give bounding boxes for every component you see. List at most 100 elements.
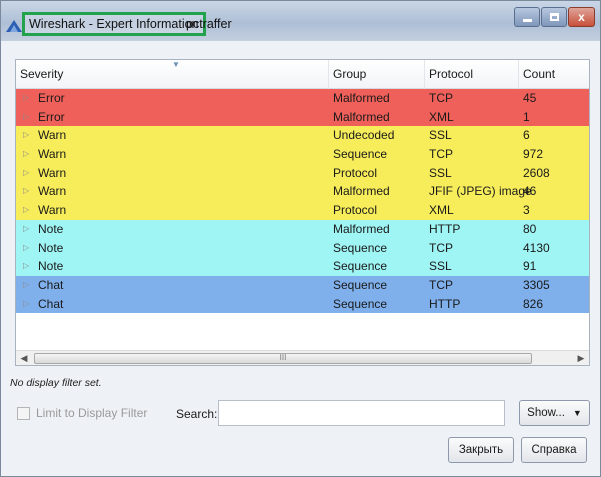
- dropdown-caret-icon: ▼: [572, 408, 582, 418]
- expand-triangle-icon[interactable]: ▷: [23, 89, 29, 108]
- title-bar[interactable]: Wireshark - Expert Information pctraffer…: [1, 1, 600, 41]
- show-button-label: Show...: [527, 407, 565, 419]
- table-row[interactable]: ▷ Warn Protocol XML 3: [16, 201, 589, 220]
- cell-severity: Chat: [38, 277, 64, 292]
- cell-protocol: HTTP: [429, 296, 461, 311]
- scrollbar-thumb[interactable]: III: [34, 353, 532, 364]
- cell-severity: Warn: [38, 147, 67, 162]
- expand-triangle-icon[interactable]: ▷: [23, 257, 29, 276]
- cell-protocol: SSL: [429, 128, 452, 143]
- table-row[interactable]: ▷ Error Malformed TCP 45: [16, 89, 589, 108]
- search-input[interactable]: [218, 400, 505, 426]
- table-row[interactable]: ▷ Error Malformed XML 1: [16, 107, 589, 127]
- close-window-button[interactable]: x: [568, 7, 595, 27]
- cell-count: 6: [523, 128, 530, 143]
- cell-severity: Error: [38, 109, 65, 124]
- search-label: Search:: [176, 407, 218, 421]
- table-row[interactable]: ▷ Note Sequence SSL 91: [16, 257, 589, 276]
- cell-severity: Warn: [38, 165, 67, 180]
- expand-triangle-icon[interactable]: ▷: [23, 145, 29, 164]
- cell-count: 3: [523, 203, 530, 218]
- filter-status-text: No display filter set.: [10, 377, 102, 389]
- limit-to-display-filter[interactable]: Limit to Display Filter: [17, 406, 147, 420]
- cell-count: 826: [523, 296, 544, 311]
- expand-triangle-icon[interactable]: ▷: [23, 295, 29, 314]
- table-row[interactable]: ▷ Warn Sequence TCP 972: [16, 145, 589, 164]
- column-header-protocol[interactable]: Protocol: [425, 60, 519, 89]
- expert-info-table: Severity ▼ Group Protocol Count ▷ Error Ma…: [15, 59, 590, 366]
- cell-severity: Warn: [38, 203, 67, 218]
- cell-severity: Error: [38, 91, 65, 105]
- cell-protocol: TCP: [429, 91, 453, 105]
- table-row[interactable]: ▷ Chat Sequence HTTP 826: [16, 294, 589, 314]
- cell-group: Malformed: [333, 91, 390, 105]
- expert-info-window: Wireshark - Expert Information pctraffer…: [0, 0, 601, 477]
- limit-filter-label: Limit to Display Filter: [36, 406, 148, 420]
- cell-group: Sequence: [333, 259, 388, 274]
- limit-filter-checkbox[interactable]: [17, 406, 30, 420]
- cell-severity: Note: [38, 259, 64, 274]
- minimize-button[interactable]: [514, 7, 540, 27]
- cell-count: 91: [523, 259, 537, 274]
- cell-protocol: TCP: [429, 147, 453, 162]
- help-button-label: Справка: [531, 444, 577, 456]
- expand-triangle-icon[interactable]: ▷: [23, 164, 29, 183]
- close-button[interactable]: Закрыть: [448, 437, 514, 463]
- cell-severity: Note: [38, 221, 64, 236]
- expand-triangle-icon[interactable]: ▷: [23, 126, 29, 145]
- table-row[interactable]: ▷ Note Malformed HTTP 80: [16, 219, 589, 239]
- expand-triangle-icon[interactable]: ▷: [23, 201, 29, 220]
- cell-count: 45: [523, 91, 537, 105]
- cell-count: 2608: [523, 165, 550, 180]
- show-dropdown-button[interactable]: Show... ▼: [519, 400, 590, 426]
- cell-group: Sequence: [333, 240, 388, 255]
- expand-triangle-icon[interactable]: ▷: [23, 220, 29, 239]
- cell-count: 80: [523, 221, 537, 236]
- cell-severity: Warn: [38, 128, 67, 143]
- cell-group: Malformed: [333, 109, 390, 124]
- cell-protocol: SSL: [429, 259, 452, 274]
- sort-indicator-icon: ▼: [172, 60, 180, 69]
- cell-protocol: XML: [429, 109, 454, 124]
- close-button-label: Закрыть: [458, 444, 504, 456]
- window-title: Wireshark - Expert Information: [29, 17, 199, 31]
- scroll-right-arrow-icon[interactable]: ▶: [573, 351, 589, 366]
- horizontal-scrollbar[interactable]: ◀ III ▶: [16, 350, 589, 365]
- table-row[interactable]: ▷ Chat Sequence TCP 3305: [16, 275, 589, 295]
- maximize-button[interactable]: [541, 7, 567, 27]
- cell-count: 972: [523, 147, 544, 162]
- cell-severity: Note: [38, 240, 64, 255]
- table-body: ▷ Error Malformed TCP 45 ▷ Error Malformed XML 1 ▷…: [16, 89, 589, 314]
- cell-protocol: JFIF (JPEG) image: [429, 184, 532, 199]
- table-row[interactable]: ▷ Note Sequence TCP 4130: [16, 238, 589, 258]
- cell-protocol: HTTP: [429, 221, 461, 236]
- column-header-count[interactable]: Count: [519, 60, 589, 89]
- scroll-left-arrow-icon[interactable]: ◀: [16, 351, 32, 366]
- table-row[interactable]: ▷ Warn Protocol SSL 2608: [16, 163, 589, 183]
- cell-group: Sequence: [333, 296, 388, 311]
- table-row[interactable]: ▷ Warn Malformed JFIF (JPEG) image 46: [16, 182, 589, 202]
- cell-group: Protocol: [333, 165, 378, 180]
- expand-triangle-icon[interactable]: ▷: [23, 276, 29, 295]
- close-icon: x: [578, 10, 585, 24]
- column-label-group: Group: [333, 67, 367, 81]
- cell-group: Malformed: [333, 221, 390, 236]
- cell-severity: Warn: [38, 184, 67, 199]
- minimize-icon: [522, 18, 532, 22]
- table-header: Severity ▼ Group Protocol Count: [16, 60, 589, 89]
- cell-group: Protocol: [333, 203, 378, 218]
- cell-count: 3305: [523, 277, 550, 292]
- help-button[interactable]: Справка: [521, 437, 587, 463]
- scrollbar-grip: III: [279, 353, 287, 362]
- wireshark-fin-icon: [6, 20, 22, 32]
- table-row[interactable]: ▷ Warn Undecoded SSL 6: [16, 126, 589, 146]
- cell-group: Sequence: [333, 147, 388, 162]
- cell-count: 4130: [523, 240, 550, 255]
- expand-triangle-icon[interactable]: ▷: [23, 239, 29, 258]
- cell-severity: Chat: [38, 296, 64, 311]
- cell-protocol: SSL: [429, 165, 452, 180]
- column-header-group[interactable]: Group: [329, 60, 425, 89]
- expand-triangle-icon[interactable]: ▷: [23, 182, 29, 201]
- window-title-user: pctraffer: [186, 17, 232, 31]
- expand-triangle-icon[interactable]: ▷: [23, 108, 29, 127]
